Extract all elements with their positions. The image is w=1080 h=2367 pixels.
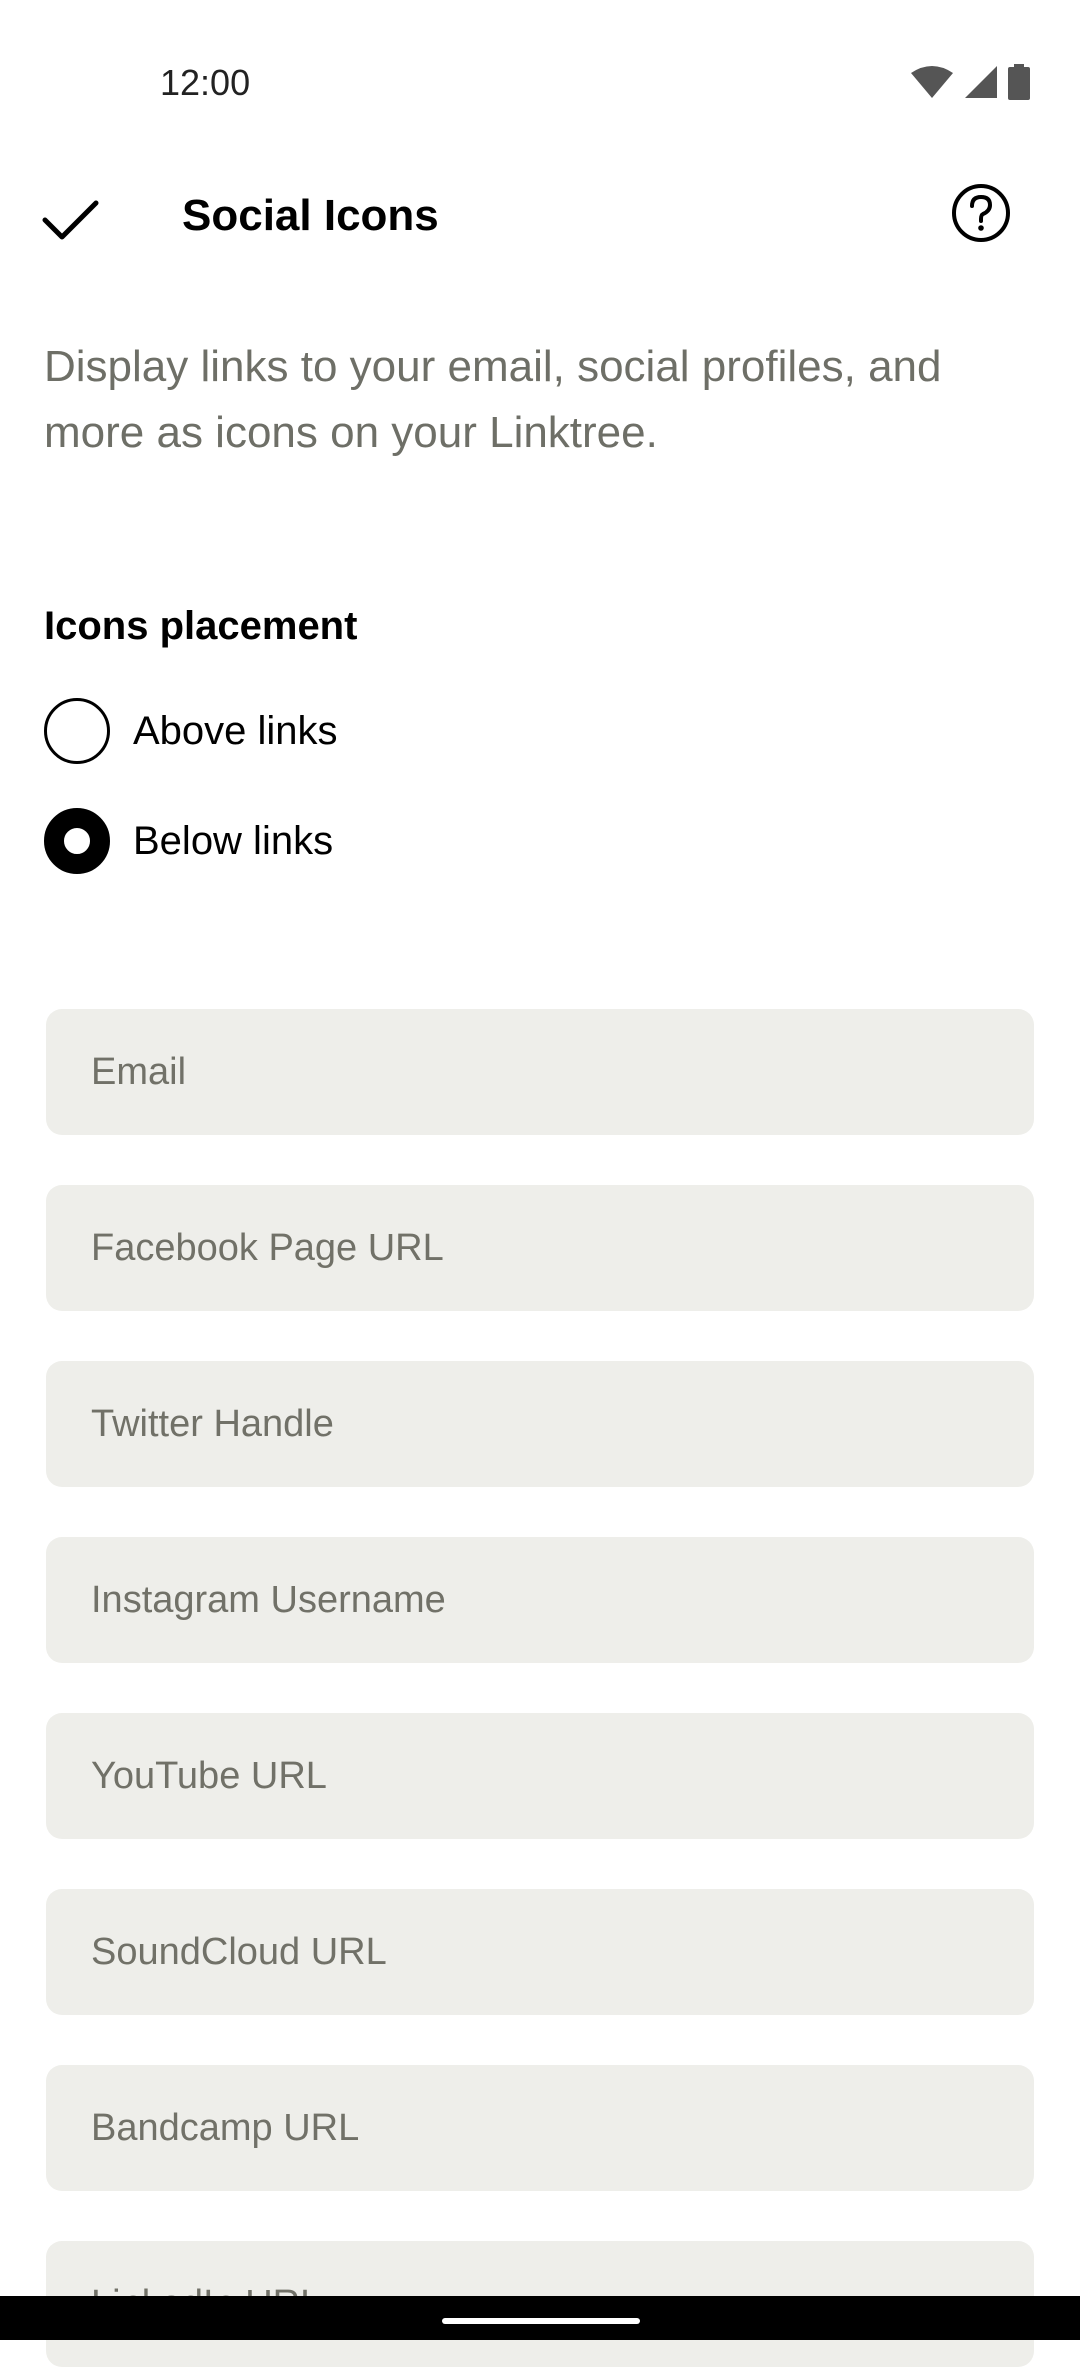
- radio-option-below-links[interactable]: Below links: [44, 808, 333, 874]
- email-field[interactable]: [46, 1009, 1034, 1135]
- radio-label-above-links: Above links: [133, 708, 338, 753]
- twitter-handle-field[interactable]: [46, 1361, 1034, 1487]
- status-icons: [910, 64, 1030, 100]
- page-title: Social Icons: [182, 191, 439, 240]
- radio-label-below-links: Below links: [133, 818, 334, 863]
- facebook-page-url-field[interactable]: [46, 1185, 1034, 1311]
- help-icon[interactable]: [950, 182, 1012, 244]
- wifi-icon: [910, 65, 954, 99]
- status-bar: 12:00: [0, 0, 1080, 120]
- description-text: Display links to your email, social prof…: [44, 342, 942, 457]
- check-icon[interactable]: [40, 188, 102, 250]
- signal-icon: [964, 65, 998, 99]
- home-gesture-handle[interactable]: [442, 2318, 640, 2324]
- soundcloud-url-field[interactable]: [46, 1889, 1034, 2015]
- app-bar: Social Icons: [0, 160, 1080, 270]
- instagram-username-field[interactable]: [46, 1537, 1034, 1663]
- radio-option-above-links[interactable]: Above links: [44, 698, 338, 764]
- youtube-url-field[interactable]: [46, 1713, 1034, 1839]
- navigation-bar: [0, 2296, 1080, 2340]
- placement-section-title: Icons placement: [44, 604, 358, 648]
- battery-icon: [1008, 64, 1030, 100]
- radio-button-below-links[interactable]: [44, 808, 110, 874]
- status-time: 12:00: [160, 62, 251, 103]
- bandcamp-url-field[interactable]: [46, 2065, 1034, 2191]
- radio-button-above-links[interactable]: [44, 698, 110, 764]
